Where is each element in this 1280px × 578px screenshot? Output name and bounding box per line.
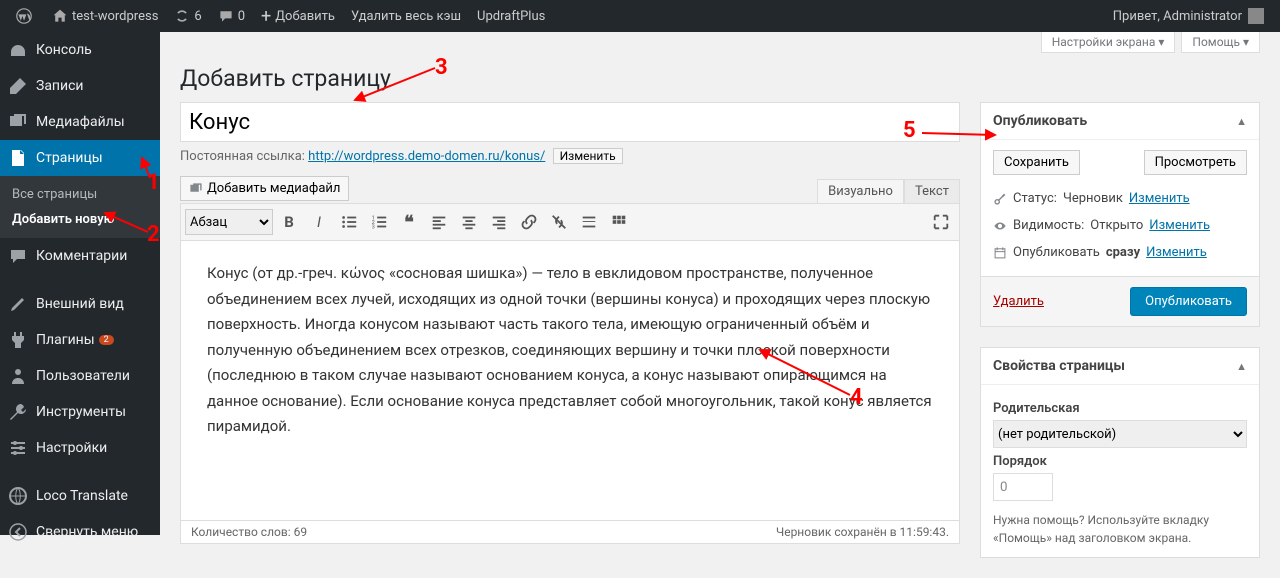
wp-logo[interactable] [8,0,44,32]
menu-pages[interactable]: Страницы [0,140,160,176]
ul-button[interactable] [335,208,363,236]
calendar-icon [993,246,1007,260]
page-title: Добавить страницу [160,53,1280,102]
menu-plugins[interactable]: Плагины2 [0,322,160,358]
order-input[interactable] [993,473,1053,501]
permalink-edit-button[interactable]: Изменить [553,148,623,164]
toggle-icon[interactable]: ▲ [1236,115,1247,128]
status-edit-link[interactable]: Изменить [1129,191,1190,206]
plugins-badge: 2 [99,335,114,345]
align-right-button[interactable] [485,208,513,236]
permalink: Постоянная ссылка: http://wordpress.demo… [180,142,960,170]
more-button[interactable] [575,208,603,236]
comments-count[interactable]: 0 [210,0,253,32]
menu-loco[interactable]: Loco Translate [0,478,160,514]
fullscreen-button[interactable] [927,208,955,236]
eye-icon [993,219,1007,233]
visibility-edit-link[interactable]: Изменить [1149,218,1210,233]
key-icon [993,192,1007,206]
align-left-button[interactable] [425,208,453,236]
publish-title: Опубликовать [993,113,1087,129]
ol-button[interactable]: 123 [365,208,393,236]
align-center-button[interactable] [455,208,483,236]
format-select[interactable]: Абзац [185,209,273,235]
updraft[interactable]: UpdraftPlus [469,0,553,32]
updates[interactable]: 6 [166,0,209,32]
greeting[interactable]: Привет, Administrator [1105,0,1272,32]
clear-cache[interactable]: Удалить весь кэш [343,0,469,32]
quote-button[interactable]: ❝ [395,208,423,236]
add-media-button[interactable]: Добавить медиафайл [180,176,349,201]
publish-box: Опубликовать▲ Сохранить Просмотреть Стат… [980,102,1260,327]
permalink-link[interactable]: http://wordpress.demo-domen.ru/konus/ [308,149,545,164]
save-draft-button[interactable]: Сохранить [993,150,1080,175]
submenu-all-pages[interactable]: Все страницы [0,182,160,207]
content-editor[interactable]: Конус (от др.-греч. κώνος «сосновая шишк… [180,241,960,521]
menu-collapse[interactable]: Свернуть меню [0,514,160,550]
menu-posts[interactable]: Записи [0,68,160,104]
site-name[interactable]: test-wordpress [44,0,166,32]
submenu-add-new[interactable]: Добавить новую [0,207,160,232]
preview-button[interactable]: Просмотреть [1144,150,1247,175]
menu-comments[interactable]: Комментарии [0,238,160,274]
new-content[interactable]: +Добавить [253,0,343,32]
delete-link[interactable]: Удалить [993,294,1044,309]
screen-options-button[interactable]: Настройки экрана ▾ [1041,32,1176,53]
attrs-title: Свойства страницы [993,358,1125,374]
menu-settings[interactable]: Настройки [0,430,160,466]
pages-submenu: Все страницы Добавить новую [0,176,160,238]
admin-bar: test-wordpress 6 0 +Добавить Удалить вес… [0,0,1280,32]
toolbar-toggle-button[interactable] [605,208,633,236]
italic-button[interactable]: I [305,208,333,236]
editor-toolbar: Абзац B I 123 ❝ [180,203,960,241]
unlink-button[interactable] [545,208,573,236]
tab-visual[interactable]: Визуально [817,179,904,203]
help-button[interactable]: Помощь ▾ [1181,32,1260,53]
order-label: Порядок [993,454,1247,469]
parent-select[interactable]: (нет родительской) [993,420,1247,448]
help-text: Нужна помощь? Используйте вкладку «Помощ… [993,511,1247,547]
link-button[interactable] [515,208,543,236]
title-input[interactable] [180,102,960,142]
page-attributes-box: Свойства страницы ▲ Родительская (нет род… [980,347,1260,558]
parent-label: Родительская [993,401,1247,416]
menu-dashboard[interactable]: Консоль [0,32,160,68]
menu-media[interactable]: Медиафайлы [0,104,160,140]
draft-saved: Черновик сохранён в 11:59:43. [776,525,949,539]
menu-users[interactable]: Пользователи [0,358,160,394]
avatar [1248,8,1264,24]
publish-button[interactable]: Опубликовать [1130,287,1247,316]
word-count: Количество слов: 69 [191,525,307,539]
schedule-edit-link[interactable]: Изменить [1146,245,1207,260]
status-bar: Количество слов: 69 Черновик сохранён в … [180,521,960,544]
menu-tools[interactable]: Инструменты [0,394,160,430]
bold-button[interactable]: B [275,208,303,236]
svg-text:3: 3 [372,224,375,230]
admin-menu: Консоль Записи Медиафайлы Страницы Все с… [0,32,160,535]
menu-appearance[interactable]: Внешний вид [0,286,160,322]
toggle-icon[interactable]: ▲ [1236,360,1247,373]
tab-text[interactable]: Текст [904,179,960,203]
